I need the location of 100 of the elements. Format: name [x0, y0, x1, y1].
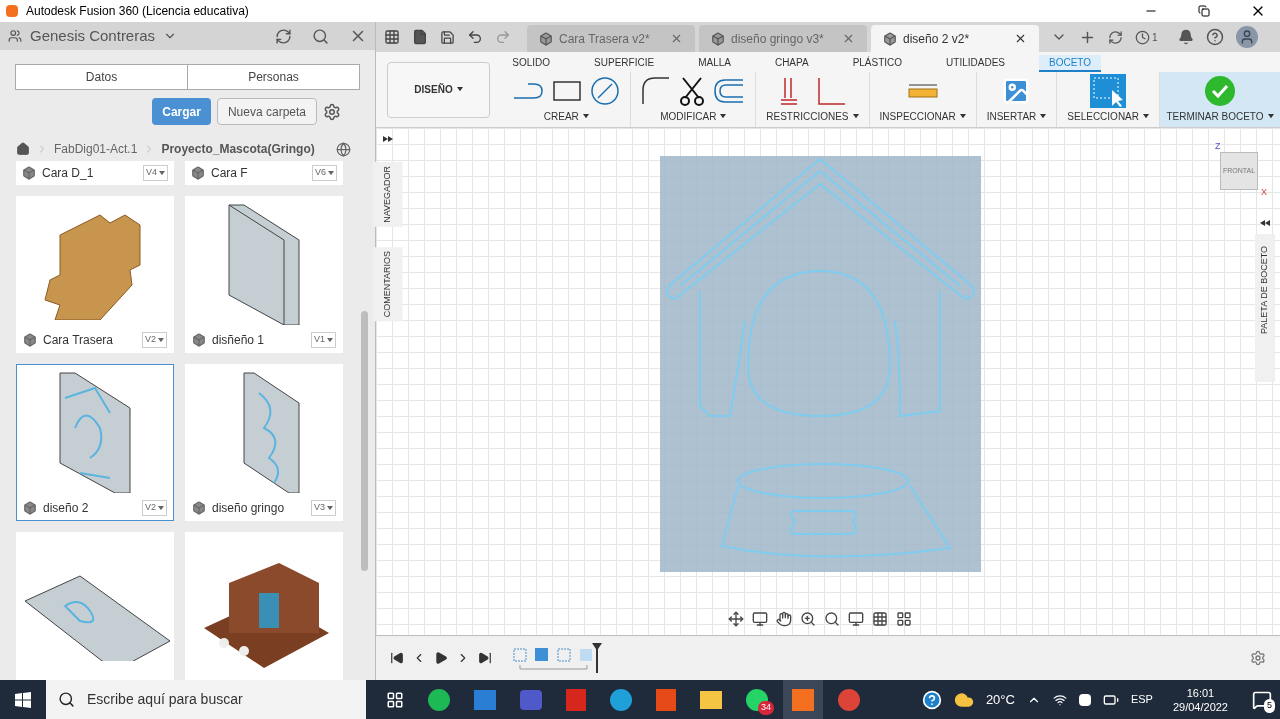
tool-group-menu[interactable]: RESTRICCIONES: [766, 109, 859, 124]
settings-icon[interactable]: [1250, 650, 1266, 666]
check-circle-icon[interactable]: [1205, 75, 1235, 106]
workspace-dropdown[interactable]: DISEÑO: [387, 61, 490, 118]
file-name[interactable]: Cara D_1: [42, 164, 137, 182]
wifi-icon[interactable]: [1052, 692, 1067, 707]
refresh-icon[interactable]: [275, 27, 292, 45]
play-icon[interactable]: [434, 651, 448, 665]
tool-group-menu[interactable]: MODIFICAR: [660, 109, 727, 124]
version-dropdown[interactable]: V1: [311, 332, 336, 348]
caret-icon: [328, 170, 334, 176]
design-file-icon: [539, 31, 553, 46]
file-menu-icon[interactable]: [412, 29, 428, 45]
temperature[interactable]: 20°C: [985, 689, 1015, 710]
pan-hand-icon[interactable]: [776, 611, 792, 627]
tool-group-menu[interactable]: INSPECCIONAR: [879, 109, 966, 124]
design-file-icon: [883, 31, 897, 46]
toolbar-tab[interactable]: BOCETO: [1039, 55, 1102, 72]
scissors-icon[interactable]: [679, 75, 706, 106]
double-chevron-left-icon[interactable]: [1260, 220, 1270, 226]
save-icon[interactable]: [440, 29, 455, 45]
selection-box-icon[interactable]: [1090, 73, 1127, 108]
breadcrumb-item[interactable]: Proyecto_Mascota(Gringo): [161, 140, 315, 158]
language-indicator[interactable]: ESP: [1130, 691, 1153, 708]
file-name[interactable]: diseño 2: [43, 499, 136, 517]
notification-bell-icon[interactable]: [1177, 29, 1194, 45]
undo-icon[interactable]: [467, 29, 483, 45]
file-name[interactable]: disñeño 1: [212, 331, 305, 349]
file-card[interactable]: disñeño 1 V1: [185, 196, 343, 353]
windows-logo-icon[interactable]: [15, 691, 31, 708]
file-card[interactable]: [185, 532, 343, 680]
side-panel-tab[interactable]: COMENTARIOS: [373, 246, 403, 322]
avatar-icon[interactable]: [1235, 26, 1258, 48]
toolbar-tab[interactable]: MALLA: [688, 55, 741, 72]
app-grid-icon[interactable]: [384, 29, 400, 45]
version-dropdown[interactable]: V4: [143, 165, 168, 181]
viewports-icon[interactable]: [896, 611, 912, 627]
grid-settings-icon[interactable]: [872, 611, 888, 627]
document-tab[interactable]: diseño 2 v2*: [871, 25, 1039, 52]
double-chevron-right-icon[interactable]: [383, 136, 393, 142]
clock-time[interactable]: 16:01: [1186, 685, 1215, 700]
perpendicular-constraint-icon[interactable]: [815, 75, 846, 106]
measure-ruler-icon[interactable]: [907, 82, 938, 99]
toolbar-tab[interactable]: CHAPA: [764, 55, 819, 72]
version-dropdown[interactable]: V6: [312, 165, 337, 181]
side-panel-tab[interactable]: PALETA DE BOCETO: [1255, 234, 1275, 383]
fit-icon[interactable]: [824, 611, 840, 627]
file-card[interactable]: diseño gringo V3: [185, 364, 343, 521]
new-folder-button[interactable]: Nueva carpeta: [216, 98, 317, 125]
sync-icon[interactable]: [1108, 29, 1123, 45]
scrollbar-thumb[interactable]: [361, 311, 368, 571]
caret-icon: [327, 337, 333, 343]
breadcrumb-item[interactable]: FabDig01-Act.1: [54, 140, 138, 158]
offset-tool-icon[interactable]: [713, 77, 746, 104]
search-icon: [58, 691, 75, 708]
notifications-icon[interactable]: [1252, 689, 1272, 710]
tool-group-menu[interactable]: CREAR: [543, 109, 589, 124]
circle-tool-icon[interactable]: [590, 75, 621, 106]
settings-icon[interactable]: [323, 102, 341, 121]
app-logo-icon: [6, 5, 18, 17]
toolbar-tab[interactable]: PLÁSTICO: [842, 55, 913, 72]
jobs-status[interactable]: 1: [1135, 29, 1158, 45]
toolbar-tab[interactable]: SOLIDO: [502, 55, 561, 72]
home-icon[interactable]: [16, 142, 30, 156]
file-name[interactable]: Cara Trasera: [43, 331, 136, 349]
go-to-end-icon[interactable]: [478, 651, 492, 665]
rectangle-tool-icon[interactable]: [552, 79, 583, 102]
side-panel-tab[interactable]: NAVEGADOR: [373, 162, 403, 227]
close-tab-icon[interactable]: [1014, 32, 1027, 45]
taskbar-search-field[interactable]: Escribe aquí para buscar: [46, 680, 366, 719]
timeline-features-drawing[interactable]: [512, 643, 602, 673]
tool-group-menu[interactable]: SELECCIONAR: [1067, 109, 1149, 124]
notification-count: 5: [1264, 699, 1275, 713]
zoom-icon[interactable]: [800, 611, 816, 627]
caret-icon: [158, 505, 164, 511]
version-dropdown[interactable]: V2: [142, 332, 167, 348]
clock-date[interactable]: 29/04/2022: [1172, 699, 1228, 714]
globe-icon[interactable]: [336, 141, 351, 157]
fillet-tool-icon[interactable]: [641, 75, 672, 106]
search-icon[interactable]: [312, 27, 329, 45]
task-view-icon[interactable]: [386, 690, 404, 709]
file-card[interactable]: Cara Trasera V2: [16, 196, 174, 353]
file-name[interactable]: diseño gringo: [212, 499, 305, 517]
caret-icon: [1267, 114, 1274, 119]
tool-group-menu[interactable]: INSERTAR: [986, 109, 1047, 124]
file-card[interactable]: diseño 2 V2: [16, 364, 174, 521]
coincident-constraint-icon[interactable]: [779, 75, 800, 106]
version-dropdown[interactable]: V2: [142, 500, 167, 516]
caret-icon: [1143, 114, 1149, 119]
file-name[interactable]: Cara F: [211, 164, 306, 182]
go-to-start-icon[interactable]: [390, 651, 404, 665]
display-settings-icon[interactable]: [848, 611, 864, 627]
caret-icon: [456, 87, 463, 92]
design-file-icon: [22, 166, 36, 180]
caret-icon: [158, 337, 164, 343]
toolbar-tab[interactable]: SUPERFICIE: [584, 55, 665, 72]
caret-icon: [159, 170, 165, 176]
toolbar-tab[interactable]: UTILIDADES: [936, 55, 1015, 72]
restore-icon[interactable]: [1198, 5, 1210, 17]
version-dropdown[interactable]: V3: [311, 500, 336, 516]
